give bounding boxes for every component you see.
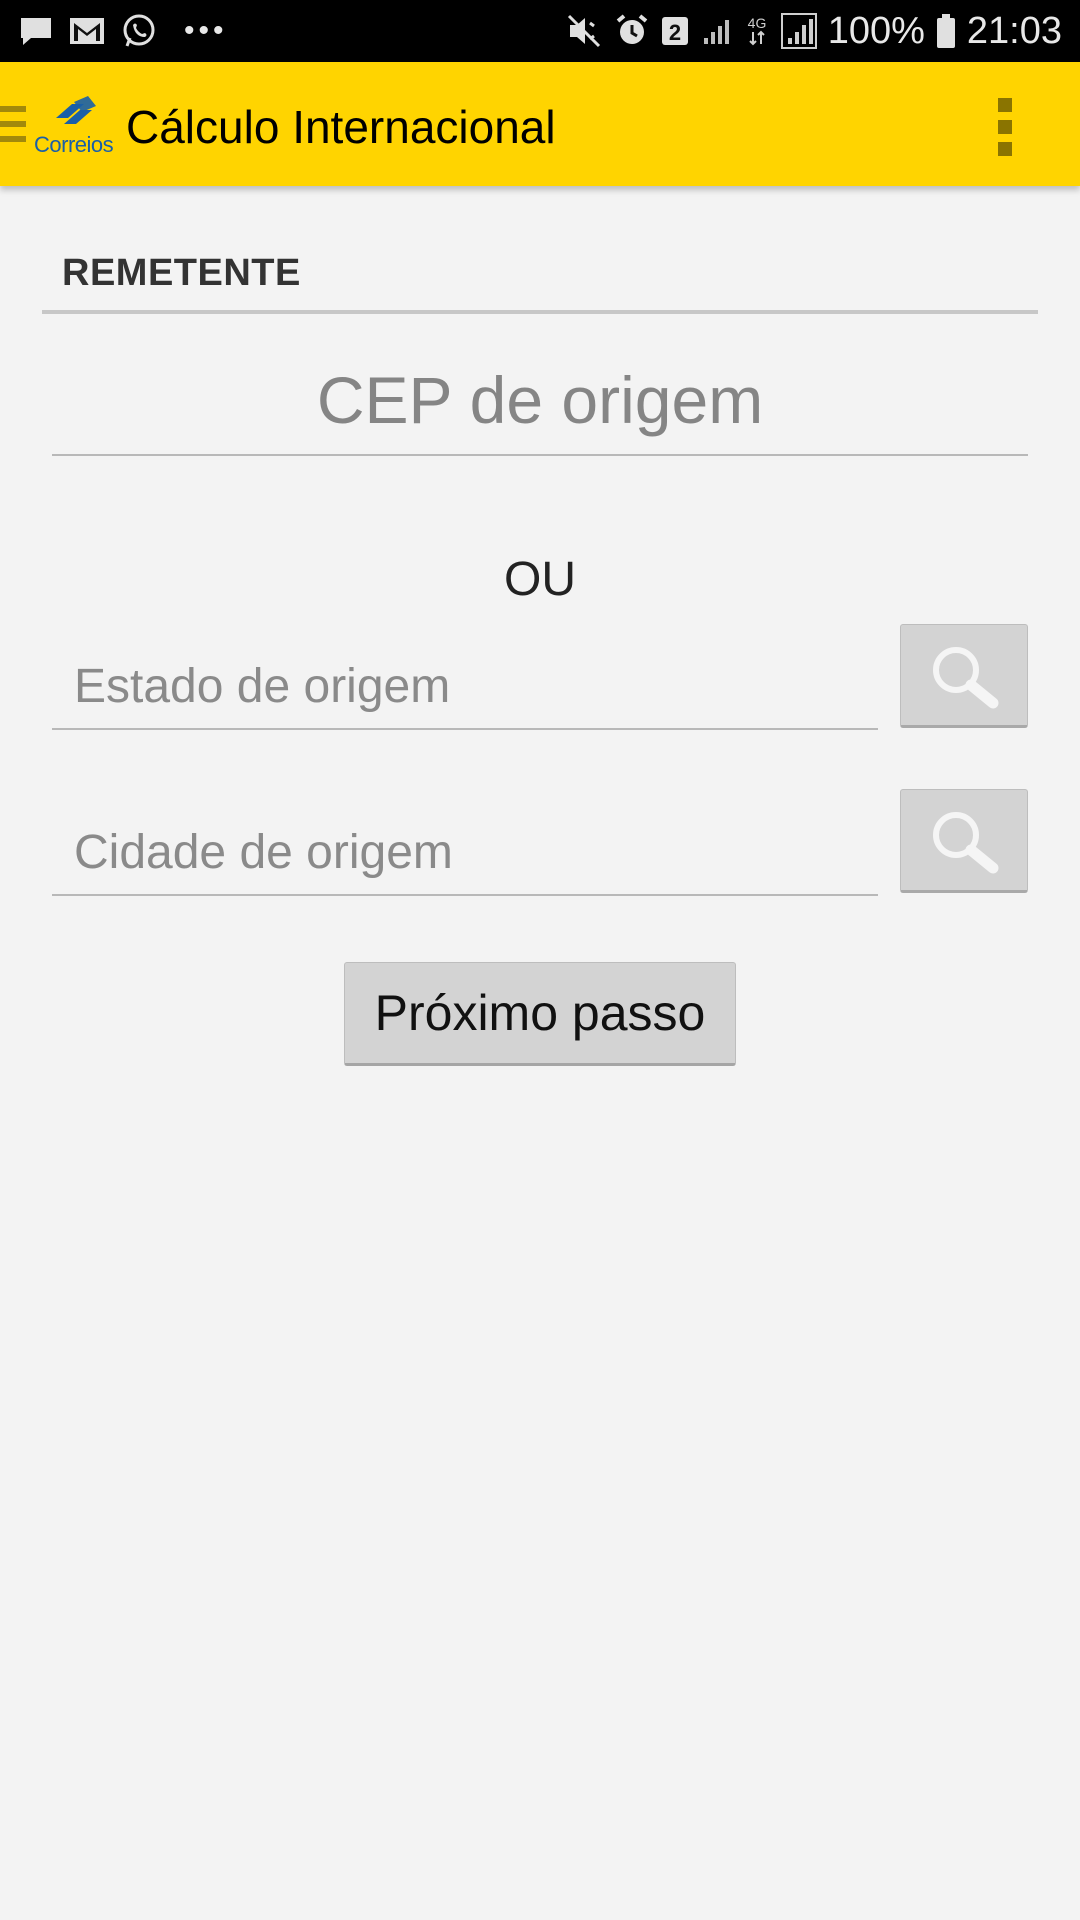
4g-icon: 4G (744, 14, 770, 48)
section-divider (42, 310, 1038, 314)
estado-input[interactable] (52, 648, 878, 724)
correios-logo[interactable]: Correios (34, 96, 114, 158)
correios-logo-mark (56, 96, 96, 124)
search-icon (933, 647, 999, 709)
signal-icon (700, 14, 734, 48)
sim-number: 2 (669, 20, 681, 45)
alarm-icon (614, 13, 650, 49)
cidade-field (52, 814, 878, 896)
sim-badge-icon: 2 (660, 14, 690, 48)
cidade-search-button[interactable] (900, 789, 1028, 893)
mute-icon (566, 13, 604, 49)
whatsapp-icon (120, 13, 158, 49)
battery-percent: 100% (827, 10, 925, 52)
section-title: REMETENTE (62, 252, 301, 294)
system-icons: 2 4G 100% 21:03 (566, 8, 1062, 54)
clock: 21:03 (966, 10, 1062, 52)
estado-field (52, 648, 878, 730)
overflow-menu-icon[interactable] (998, 98, 1014, 156)
cidade-input[interactable] (52, 814, 878, 890)
estado-search-button[interactable] (900, 624, 1028, 728)
logo-text: Correios (34, 132, 114, 157)
page-title: Cálculo Internacional (126, 101, 556, 153)
or-separator: OU (504, 553, 576, 606)
cep-field (52, 350, 1028, 456)
notification-icons: ••• (18, 12, 228, 50)
hamburger-menu-icon[interactable] (0, 106, 26, 146)
app-bar: Correios Cálculo Internacional (0, 62, 1080, 186)
search-icon (933, 812, 999, 874)
more-notifications-indicator: ••• (184, 14, 228, 47)
battery-icon (935, 13, 957, 49)
cep-input[interactable] (52, 350, 1028, 450)
network-type: 4G (747, 15, 766, 31)
status-bar: ••• 2 4G 100% 21:03 (0, 0, 1080, 62)
next-step-button[interactable]: Próximo passo (344, 962, 736, 1066)
signal-icon (780, 12, 818, 50)
message-icon (18, 15, 54, 47)
gmail-icon (68, 15, 106, 47)
